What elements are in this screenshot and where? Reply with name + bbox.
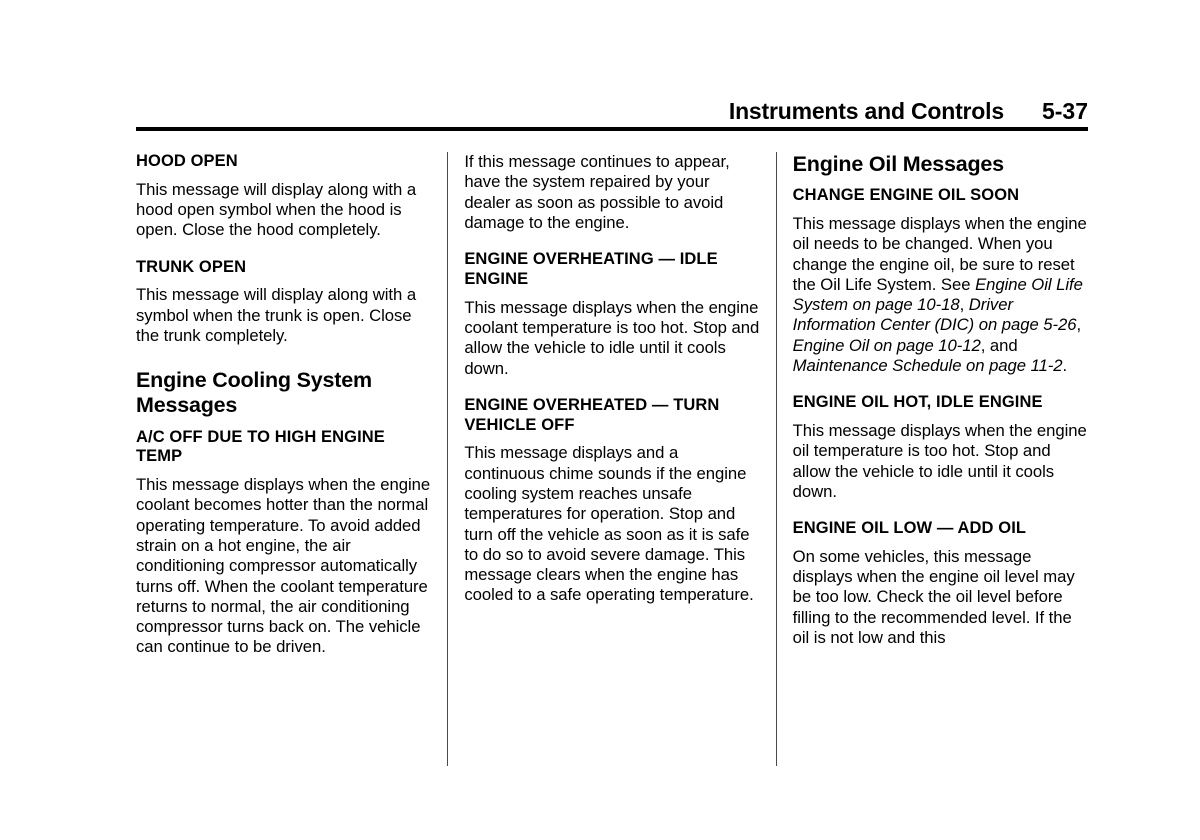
heading-trunk-open: TRUNK OPEN xyxy=(136,257,247,276)
column-3: Engine Oil Messages CHANGE ENGINE OIL SO… xyxy=(793,152,1088,766)
column-divider-1 xyxy=(447,152,449,766)
heading-change-engine-oil-soon: CHANGE ENGINE OIL SOON xyxy=(792,186,1020,205)
cross-reference-maintenance-schedule: Maintenance Schedule on page 11-2 xyxy=(792,355,1063,375)
paragraph-hood-open: This message will display along with a h… xyxy=(136,179,417,240)
paragraph-engine-oil-low-add-oil: On some vehicles, this message displays … xyxy=(792,546,1075,648)
column-divider-2 xyxy=(775,152,777,766)
paragraph-change-engine-oil-soon: This message displays when the engine oi… xyxy=(793,214,1088,376)
manual-page: Instruments and Controls 5-37 HOOD OPEN … xyxy=(0,0,1200,840)
paragraph-engine-overheated-turn-vehicle-off: This message displays and a continuous c… xyxy=(464,443,754,605)
heading-hood-open: HOOD OPEN xyxy=(136,152,238,170)
cross-reference-engine-oil: Engine Oil on page 10-12 xyxy=(792,335,981,355)
column-1: HOOD OPEN This message will display alon… xyxy=(136,152,431,766)
heading-engine-oil-hot-idle-engine: ENGINE OIL HOT, IDLE ENGINE xyxy=(792,393,1043,412)
running-header: Instruments and Controls 5-37 xyxy=(136,98,1088,125)
paragraph-engine-overheating-idle-engine: This message displays when the engine co… xyxy=(464,297,760,378)
paragraph-engine-oil-hot-idle-engine: This message displays when the engine oi… xyxy=(792,420,1087,501)
page-title: Instruments and Controls xyxy=(728,98,1004,124)
heading-engine-overheating-idle-engine: ENGINE OVERHEATING — IDLE ENGINE xyxy=(464,250,718,288)
three-column-body: HOOD OPEN This message will display alon… xyxy=(136,152,1088,766)
paragraph-ac-off-due-to-high-engine-temp: This message displays when the engine co… xyxy=(136,475,431,657)
heading-engine-overheated-turn-vehicle-off: ENGINE OVERHEATED — TURN VEHICLE OFF xyxy=(464,395,720,434)
text-run: , xyxy=(1076,315,1082,335)
paragraph-trunk-open: This message will display along with a s… xyxy=(136,285,417,345)
paragraph-message-continues: If this message continues to appear, hav… xyxy=(464,152,730,232)
column-2: If this message continues to appear, hav… xyxy=(464,152,759,766)
text-run: . xyxy=(1062,355,1068,375)
section-heading-engine-oil-messages: Engine Oil Messages xyxy=(792,152,1004,176)
text-run: , and xyxy=(980,335,1018,355)
text-run: , xyxy=(959,295,969,315)
section-heading-engine-cooling-system-messages: Engine Cooling System Messages xyxy=(136,368,372,418)
heading-engine-oil-low-add-oil: ENGINE OIL LOW — ADD OIL xyxy=(792,519,1027,538)
header-rule xyxy=(136,127,1088,131)
page-number: 5-37 xyxy=(1041,98,1088,124)
heading-ac-off-due-to-high-engine-temp: A/C OFF DUE TO HIGH ENGINE TEMP xyxy=(136,427,385,466)
